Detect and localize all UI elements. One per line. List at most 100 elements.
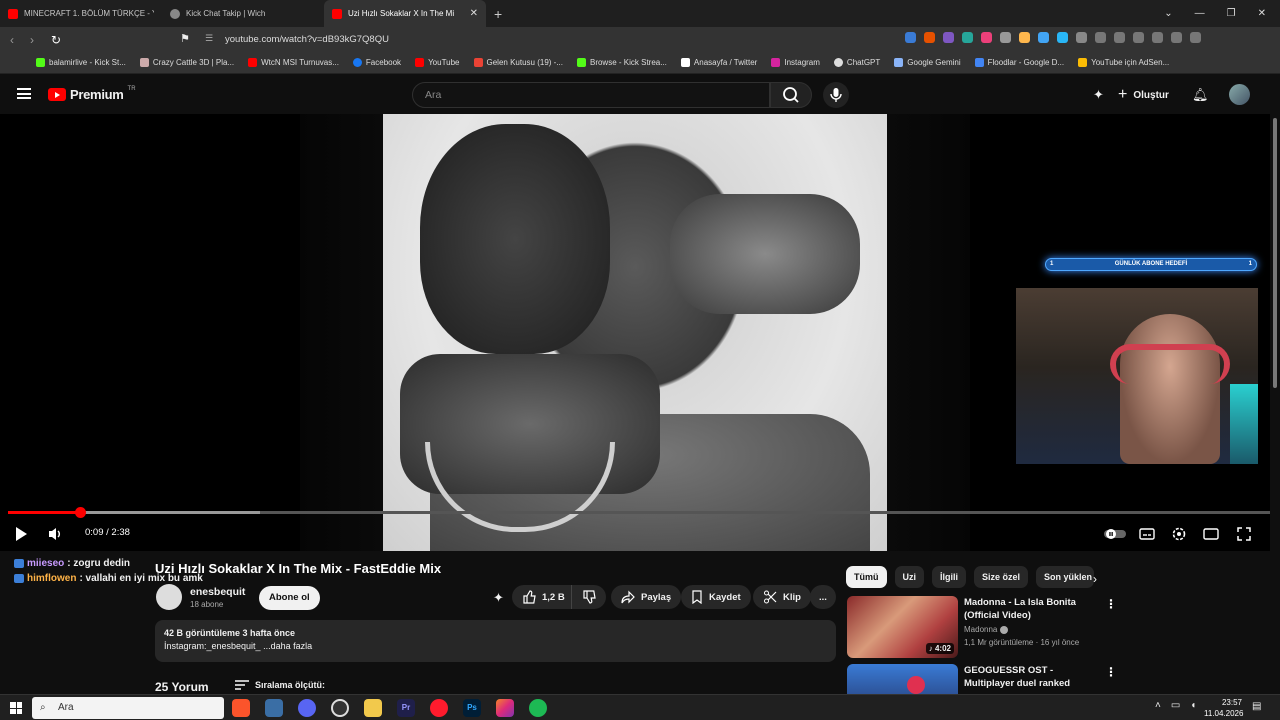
settings-button[interactable] [1171,524,1187,544]
share-button[interactable]: Paylaş [611,585,682,609]
more-actions-button[interactable]: ... [810,585,836,609]
network-icon[interactable]: ▭ [1171,700,1180,711]
minimize-icon[interactable]: — [1195,8,1205,19]
file-explorer-icon[interactable] [364,699,382,717]
browser-tab[interactable]: MINECRAFT 1. BÖLÜM TÜRKÇE - You [0,0,162,27]
subtitles-button[interactable] [1139,524,1155,544]
taskbar-search-input[interactable]: Ara [32,697,224,719]
extension-icon[interactable] [943,32,954,43]
sort-button[interactable]: Sıralama ölçütü: [235,680,325,690]
volume-icon[interactable]: ◖ [1190,700,1196,711]
search-input[interactable]: Ara [412,82,770,108]
channel-avatar[interactable] [156,584,182,610]
scrollbar-thumb[interactable] [1273,118,1277,388]
bookmark-item[interactable]: ChatGPT [833,58,880,67]
recommendation-thumbnail[interactable] [847,664,958,694]
reload-icon[interactable]: ↻ [46,33,66,47]
extension-icon[interactable] [905,32,916,43]
browser-tab[interactable]: Kick Chat Takip | Wich [162,0,324,27]
description-box[interactable]: 42 B görüntüleme 3 hafta önce İnstagram:… [155,620,836,662]
music-icon[interactable] [1114,32,1125,43]
shield-icon[interactable] [1171,32,1182,43]
chevron-up-icon[interactable]: ˄ [1155,700,1161,711]
bookmark-item[interactable]: YouTube için AdSen... [1078,58,1169,67]
opera-icon[interactable] [430,699,448,717]
create-button[interactable]: + Oluştur [1118,82,1169,108]
page-scrollbar[interactable] [1270,114,1280,694]
wallet-icon[interactable] [1152,32,1163,43]
extension-icon[interactable] [1000,32,1011,43]
bookmark-item[interactable]: Google Gemini [894,58,961,67]
download-icon[interactable] [1095,32,1106,43]
chip-recently-uploaded[interactable]: Son yüklen [1036,566,1095,588]
extension-icon[interactable] [962,32,973,43]
puzzle-icon[interactable] [1076,32,1087,43]
forward-icon[interactable]: › [22,33,42,47]
more-vertical-icon[interactable]: ⋮ [1105,597,1117,611]
bookmark-item[interactable]: WtcN MSI Turnuvas... [248,58,339,67]
chevron-right-icon[interactable]: › [1093,572,1097,586]
notifications-bell-icon[interactable]: 🔔︎ [1192,87,1209,103]
restore-icon[interactable]: ❐ [1227,8,1236,19]
chip-for-you[interactable]: Size özel [974,566,1029,588]
recommendation-title[interactable]: GEOGUESSR OST - Multiplayer duel ranked [964,664,1094,690]
extension-icon[interactable] [1019,32,1030,43]
chip-related[interactable]: İlgili [932,566,966,588]
app-icon[interactable] [265,699,283,717]
video-player[interactable]: 1 GÜNLÜK ABONE HEDEFİ 1 0:09 / 2:38 [0,114,1270,551]
extension-icon[interactable] [924,32,935,43]
play-button[interactable] [13,524,29,544]
fullscreen-button[interactable] [1236,524,1252,544]
bookmark-item[interactable]: Browse - Kick Strea... [576,58,667,67]
youtube-logo[interactable]: Premium TR [48,86,136,102]
recommendation-channel[interactable]: Madonna [964,625,1008,634]
bookmark-icon[interactable]: ⚑ [180,32,190,45]
chip-uzi[interactable]: Uzi [894,566,924,588]
more-vertical-icon[interactable]: ⋮ [1105,665,1117,679]
like-button[interactable]: 1,2 B [512,585,577,609]
bookmark-item[interactable]: Anasayfa / Twitter [680,58,757,67]
save-button[interactable]: Kaydet [681,585,751,609]
channel-name[interactable]: enesbequit [190,586,245,598]
spotify-icon[interactable] [529,699,547,717]
autoplay-toggle[interactable] [1103,524,1127,544]
windows-start-icon[interactable] [10,702,22,714]
search-button[interactable] [770,82,812,108]
volume-button[interactable] [47,524,65,544]
extension-icon[interactable] [981,32,992,43]
theater-mode-button[interactable] [1203,524,1219,544]
browser-tab-active[interactable]: Uzi Hızlı Sokaklar X In The Mi ✕ [324,0,486,27]
photoshop-icon[interactable]: Ps [463,699,481,717]
instagram-icon[interactable] [496,699,514,717]
subscribe-button[interactable]: Abone ol [259,586,320,610]
back-icon[interactable]: ‹ [2,33,22,47]
hamburger-menu-icon[interactable] [17,88,31,99]
brave-icon[interactable] [232,699,250,717]
bookmark-item[interactable]: Crazy Cattle 3D | Pla... [139,58,234,67]
sidebar-icon[interactable] [1133,32,1144,43]
user-avatar[interactable] [1229,84,1250,105]
url-field[interactable]: youtube.com/watch?v=dB93kG7Q8QU [225,34,389,45]
recommendation-thumbnail[interactable]: ♪ 4:02 [847,596,958,658]
bookmark-item[interactable]: Gelen Kutusu (19) -... [473,58,563,67]
menu-icon[interactable] [1190,32,1201,43]
close-window-icon[interactable]: ✕ [1258,8,1266,19]
extension-icon[interactable] [1038,32,1049,43]
bookmark-item[interactable]: Facebook [352,58,401,67]
brave-rewards-icon[interactable]: ✦ [1093,87,1104,103]
bookmark-item[interactable]: Instagram [771,58,820,67]
chip-all[interactable]: Tümü [846,566,887,588]
bookmark-item[interactable]: YouTube [415,58,460,67]
notifications-icon[interactable]: ▤ [1252,701,1261,712]
recommendation-item[interactable]: ♪ 4:02 Madonna - La Isla Bonita (Officia… [847,596,1107,660]
close-tab-icon[interactable]: ✕ [470,8,478,19]
new-tab-button[interactable]: + [494,6,502,22]
extension-icon[interactable] [1057,32,1068,43]
recommendation-item[interactable]: GEOGUESSR OST - Multiplayer duel ranked [847,664,1107,694]
obs-icon[interactable] [331,699,349,717]
premiere-pro-icon[interactable]: Pr [397,699,415,717]
recommendation-title[interactable]: Madonna - La Isla Bonita (Official Video… [964,596,1094,622]
bookmark-item[interactable]: Floodlar - Google D... [974,58,1064,67]
voice-search-button[interactable] [823,82,849,108]
site-info-icon[interactable]: ☰ [205,33,213,44]
